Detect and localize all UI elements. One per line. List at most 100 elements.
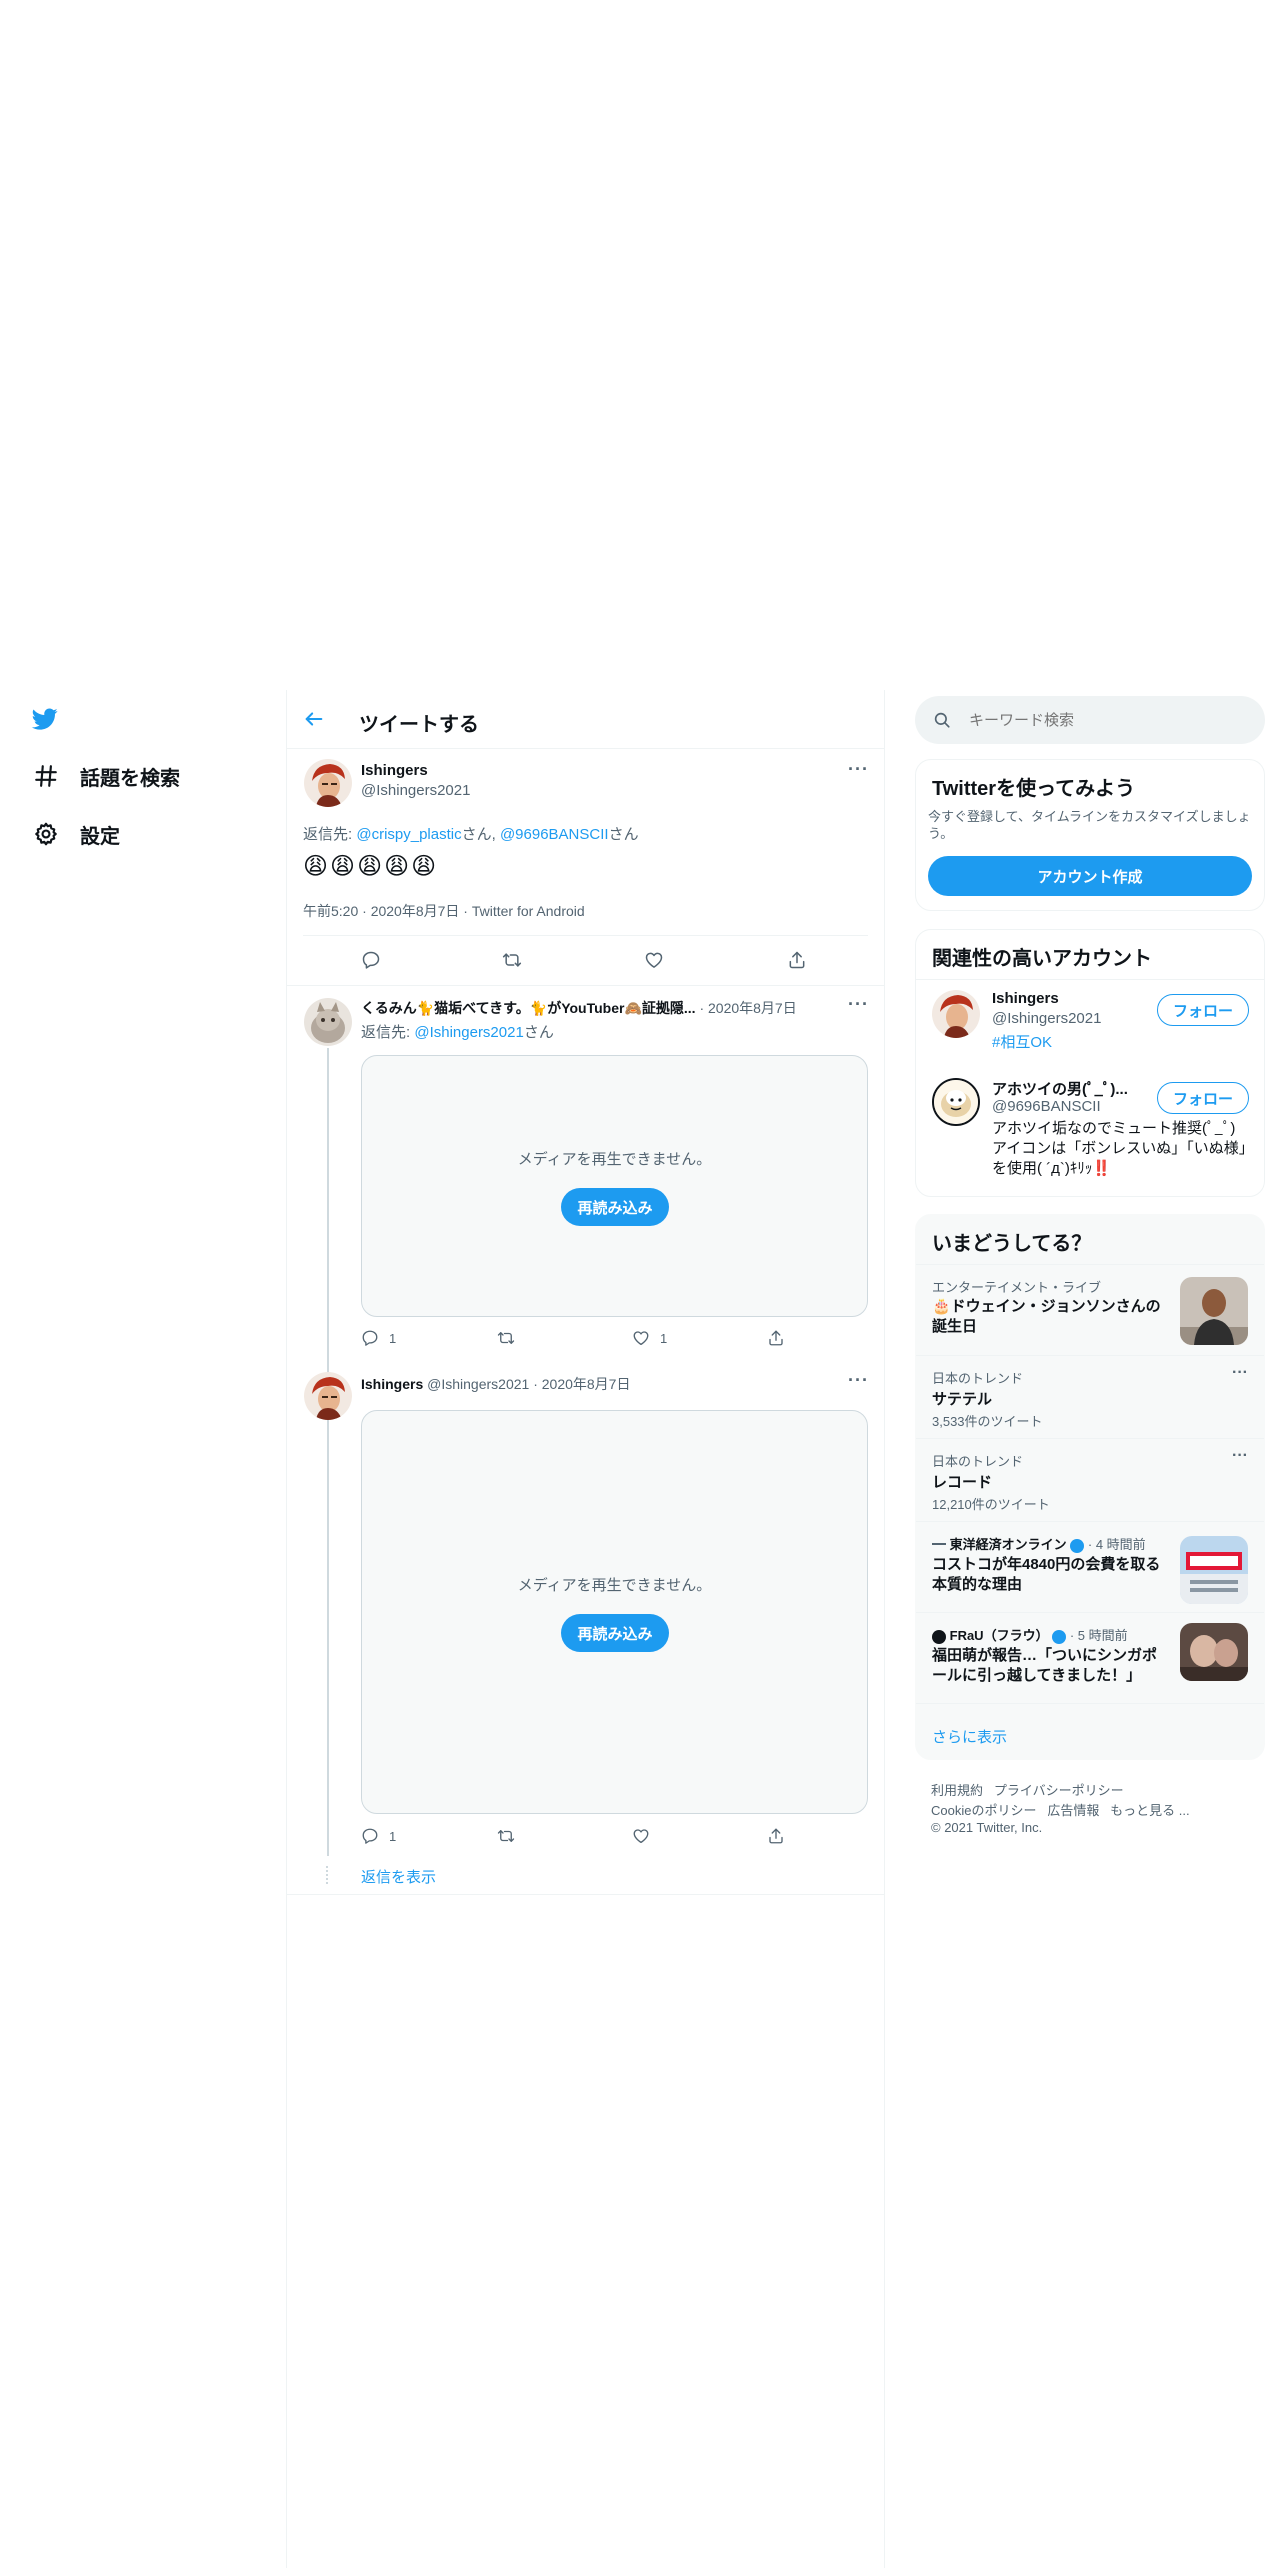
relevant-accounts-title: 関連性の高いアカウント bbox=[932, 948, 1152, 970]
search-box[interactable] bbox=[915, 696, 1265, 744]
avatar[interactable] bbox=[304, 1372, 352, 1420]
reply-to-prefix: 返信先: bbox=[303, 826, 357, 843]
show-replies-link[interactable]: 返信を表示 bbox=[361, 1866, 436, 1887]
media-placeholder: メディアを再生できません。 再読み込み bbox=[361, 1410, 868, 1814]
trends-card: いまどうしてる？ エンターテイメント・ライブ 🎂ドウェイン・ジョンソンさんの誕生… bbox=[915, 1214, 1265, 1760]
footer-link[interactable]: Cookieのポリシー bbox=[931, 1803, 1036, 1818]
reply-date[interactable]: · 2020年8月7日 bbox=[699, 1000, 796, 1016]
trends-title: いまどうしてる？ bbox=[932, 1233, 1092, 1255]
reply-button[interactable] bbox=[361, 950, 381, 970]
trend-title: レコード bbox=[932, 1474, 993, 1491]
account-row[interactable]: Ishingers @Ishingers2021 #相互OK フォロー bbox=[916, 980, 1264, 1068]
follow-button[interactable]: フォロー bbox=[1157, 1082, 1249, 1114]
share-button[interactable] bbox=[767, 1827, 785, 1845]
reload-button[interactable]: 再読み込み bbox=[561, 1614, 669, 1652]
divider bbox=[287, 1894, 884, 1895]
reply-date[interactable]: · 2020年8月7日 bbox=[533, 1376, 630, 1392]
reply-author-name[interactable]: Ishingers bbox=[361, 1376, 423, 1392]
more-options-icon[interactable]: ··· bbox=[848, 994, 869, 1015]
create-account-button[interactable]: アカウント作成 bbox=[928, 856, 1252, 896]
trend-meta: エンターテイメント・ライブ bbox=[932, 1280, 1102, 1295]
account-handle[interactable]: @Ishingers2021 bbox=[992, 1010, 1101, 1027]
emoji: 😩 bbox=[330, 853, 358, 880]
share-button[interactable] bbox=[787, 950, 807, 970]
signup-description: 今すぐ登録して、タイムラインをカスタマイズしましょう。 bbox=[928, 809, 1251, 841]
account-row[interactable]: アホツイの男(ﾟ_ﾟ)... @9696BANSCII アホツイ垢なのでミュート… bbox=[916, 1068, 1264, 1196]
news-thumbnail bbox=[1180, 1623, 1248, 1681]
copyright: © 2021 Twitter, Inc. bbox=[931, 1820, 1043, 1835]
back-button[interactable] bbox=[303, 708, 327, 732]
footer-link[interactable]: 利用規約 bbox=[931, 1783, 983, 1798]
account-bio: アホツイ垢なのでミュート推奨(ﾟ_ﾟ) アイコンは「ボンレスいぬ」「いぬ様」を使… bbox=[992, 1120, 1247, 1177]
tweet-author-handle[interactable]: @Ishingers2021 bbox=[361, 782, 470, 799]
footer-links: Cookieのポリシー 広告情報 もっと見る ... bbox=[931, 1800, 1190, 1819]
trend-item[interactable]: エンターテイメント・ライブ 🎂ドウェイン・ジョンソンさんの誕生日 bbox=[916, 1265, 1264, 1355]
reply-author-handle[interactable]: @Ishingers2021 bbox=[427, 1376, 529, 1392]
media-placeholder: メディアを再生できません。 再読み込み bbox=[361, 1055, 868, 1317]
like-count: 1 bbox=[660, 1330, 668, 1346]
trend-item[interactable]: 日本のトレンド レコード 12,210件のツイート ··· bbox=[916, 1439, 1264, 1521]
reply-to-user-link[interactable]: @9696BANSCII bbox=[500, 826, 609, 843]
news-source-logo bbox=[932, 1542, 946, 1549]
news-title: 福田萌が報告…「ついにシンガポールに引っ越してきました！」 bbox=[932, 1647, 1158, 1684]
footer-link[interactable]: プライバシーポリシー bbox=[994, 1783, 1124, 1798]
nav-explore[interactable]: 話題を検索 bbox=[32, 756, 180, 796]
avatar[interactable] bbox=[304, 998, 352, 1046]
hashtag-icon bbox=[32, 762, 60, 790]
trend-count: 3,533件のツイート bbox=[932, 1414, 1043, 1429]
follow-button[interactable]: フォロー bbox=[1157, 994, 1249, 1026]
more-options-icon[interactable]: ··· bbox=[848, 1370, 869, 1391]
reply-to-line: 返信先: @Ishingers2021さん bbox=[361, 1021, 554, 1042]
twitter-logo-icon[interactable] bbox=[30, 706, 62, 734]
emoji: 😩 bbox=[303, 853, 331, 880]
like-button[interactable] bbox=[632, 1827, 650, 1845]
tweet-author-name[interactable]: Ishingers bbox=[361, 762, 428, 779]
trend-item[interactable]: 日本のトレンド サテテル 3,533件のツイート ··· bbox=[916, 1356, 1264, 1438]
avatar[interactable] bbox=[932, 1078, 980, 1126]
verified-icon bbox=[1070, 1538, 1085, 1553]
news-item[interactable]: 東洋経済オンライン · 4 時間前 コストコが年4840円の会費を取る本質的な理… bbox=[916, 1522, 1264, 1612]
trend-title: 🎂ドウェイン・ジョンソンさんの誕生日 bbox=[932, 1298, 1161, 1335]
emoji: 😩 bbox=[384, 853, 412, 880]
more-options-icon[interactable]: ··· bbox=[848, 759, 869, 780]
show-more-link[interactable]: さらに表示 bbox=[932, 1726, 1007, 1747]
nav-settings[interactable]: 設定 bbox=[32, 814, 120, 854]
avatar[interactable] bbox=[932, 990, 980, 1038]
footer-link[interactable]: もっと見る ... bbox=[1110, 1803, 1189, 1818]
reply-to-user-link[interactable]: @crispy_plastic bbox=[356, 826, 461, 843]
reply-author-name[interactable]: くるみん🐈猫垢べてきす。🐈がYouTuber🙈証拠隠... bbox=[361, 1000, 696, 1016]
footer-link[interactable]: 広告情報 bbox=[1047, 1803, 1099, 1818]
thread-dots bbox=[326, 1866, 330, 1884]
reply-to-mid: さん, bbox=[461, 826, 500, 843]
news-item[interactable]: FRaU（フラウ） · 5 時間前 福田萌が報告…「ついにシンガポールに引っ越し… bbox=[916, 1613, 1264, 1703]
gear-icon bbox=[32, 820, 60, 848]
share-button[interactable] bbox=[767, 1329, 785, 1347]
emoji: 😩 bbox=[411, 853, 439, 880]
tweet-timestamp[interactable]: 午前5:20 · 2020年8月7日 · Twitter for Android bbox=[303, 901, 585, 921]
like-button[interactable]: 1 bbox=[632, 1329, 667, 1347]
reply-to-suffix: さん bbox=[523, 1024, 554, 1041]
more-options-icon[interactable]: ··· bbox=[1232, 1447, 1248, 1465]
search-input[interactable] bbox=[969, 709, 1239, 731]
news-thumbnail bbox=[1180, 1536, 1248, 1604]
account-name[interactable]: アホツイの男(ﾟ_ﾟ)... bbox=[992, 1078, 1128, 1099]
reply-to-user-link[interactable]: @Ishingers2021 bbox=[414, 1024, 523, 1041]
tweet-text: 😩😩😩😩😩 bbox=[303, 852, 438, 881]
account-name[interactable]: Ishingers bbox=[992, 990, 1059, 1007]
avatar[interactable] bbox=[304, 759, 352, 807]
more-options-icon[interactable]: ··· bbox=[1232, 1364, 1248, 1382]
news-source-line: FRaU（フラウ） · 5 時間前 bbox=[932, 1625, 1128, 1644]
emoji: 😩 bbox=[357, 853, 385, 880]
reply-button[interactable]: 1 bbox=[361, 1329, 396, 1347]
like-button[interactable] bbox=[644, 950, 664, 970]
reply-button[interactable]: 1 bbox=[361, 1827, 396, 1845]
account-handle[interactable]: @9696BANSCII bbox=[992, 1098, 1101, 1115]
news-time: · 5 時間前 bbox=[1069, 1628, 1128, 1643]
reload-button[interactable]: 再読み込み bbox=[561, 1188, 669, 1226]
retweet-button[interactable] bbox=[496, 1827, 516, 1845]
retweet-button[interactable] bbox=[496, 1329, 516, 1347]
trend-thumbnail bbox=[1180, 1277, 1248, 1345]
retweet-button[interactable] bbox=[501, 950, 523, 970]
divider bbox=[916, 1703, 1264, 1704]
news-time: · 4 時間前 bbox=[1087, 1537, 1146, 1552]
